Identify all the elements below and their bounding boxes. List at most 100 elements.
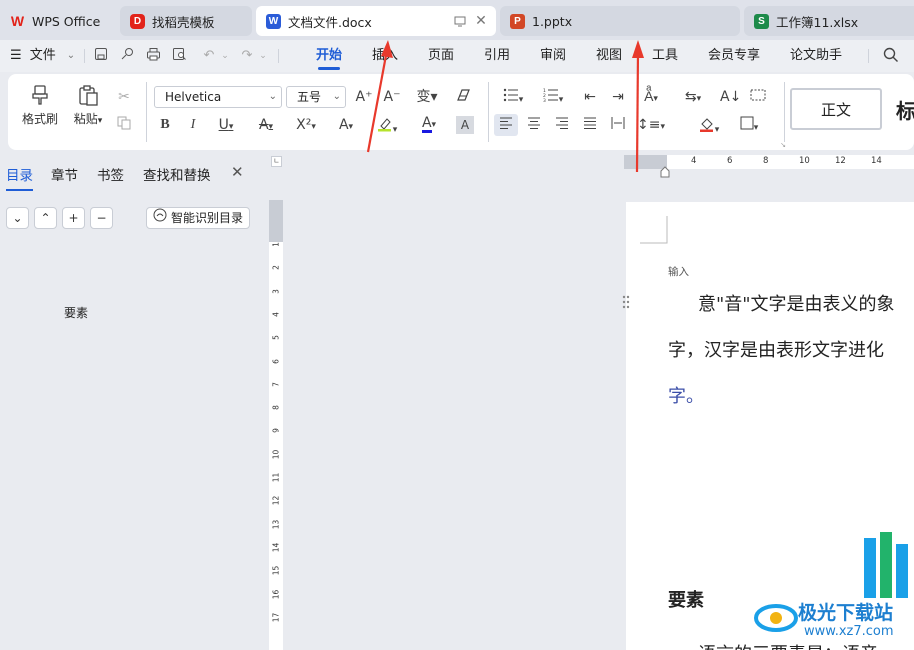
annotation-arrow: [366, 40, 393, 153]
close-icon[interactable]: ✕: [473, 13, 489, 29]
watermark-logo: 极光下载站 www.xz7.com: [752, 528, 914, 650]
smart-toc-button[interactable]: 智能识别目录: [146, 207, 251, 229]
close-pane-icon[interactable]: ✕: [231, 163, 244, 181]
phonetic-guide-icon[interactable]: 变▾: [412, 88, 442, 106]
character-shading-icon[interactable]: A: [456, 116, 474, 134]
margin-corner-mark: [640, 216, 668, 244]
tab-bar: W WPS Office D 找稻壳模板 W 文档文件.docx ✕ P 1.p…: [0, 0, 914, 40]
ruler-tick: 17: [271, 612, 281, 623]
tab-stop-selector[interactable]: ∟: [271, 156, 282, 167]
decrease-indent-icon[interactable]: ⇤: [580, 88, 600, 106]
font-size-select[interactable]: 五号 ⌄: [286, 86, 346, 108]
paragraph-line[interactable]: 字。: [668, 382, 704, 408]
bold-icon[interactable]: B: [156, 116, 174, 134]
navigation-pane: 目录 章节 书签 查找和替换 ✕ ⌄ ⌃ + − 智能识别目录 要素: [0, 152, 262, 650]
tab-label: 1.pptx: [532, 13, 573, 29]
text-direction-icon[interactable]: ⇆▾: [678, 88, 708, 108]
file-menu-label: 文件: [29, 48, 56, 63]
nav-tab-sections[interactable]: 章节: [51, 164, 78, 184]
align-center-icon[interactable]: [524, 116, 544, 134]
menu-view[interactable]: 视图: [596, 40, 622, 72]
tab-docx-file[interactable]: W 文档文件.docx ✕: [256, 6, 496, 36]
shading-icon[interactable]: ▾: [694, 116, 724, 139]
font-color-icon[interactable]: A▾: [414, 114, 444, 134]
text-effect-icon[interactable]: A▾: [332, 116, 360, 136]
smart-toc-label: 智能识别目录: [171, 211, 244, 225]
ruler-tick: 15: [271, 565, 281, 576]
menu-member[interactable]: 会员专享: [708, 40, 760, 72]
ruler-tick: 10: [799, 156, 810, 166]
style-normal[interactable]: 正文: [790, 88, 882, 130]
chevron-up-icon: ⌃: [40, 211, 51, 225]
tab-docer-templates[interactable]: D 找稻壳模板: [120, 6, 252, 36]
italic-icon[interactable]: I: [184, 116, 202, 134]
tab-xlsx-file[interactable]: S 工作簿11.xlsx: [744, 6, 914, 36]
borders-icon[interactable]: ▾: [734, 116, 764, 137]
input-label: 输入: [668, 266, 689, 278]
chevron-down-icon: ⌄: [332, 91, 341, 102]
section-heading[interactable]: 要素: [668, 586, 704, 612]
chevron-down-icon[interactable]: ⌄: [62, 47, 80, 65]
save-icon[interactable]: [92, 47, 110, 65]
style-heading[interactable]: 标: [886, 88, 914, 130]
add-heading-button[interactable]: +: [62, 207, 85, 229]
screen-icon[interactable]: [452, 13, 468, 29]
smart-recognize-icon: [153, 208, 167, 228]
chevron-down-icon: ▾: [97, 116, 103, 126]
copy-icon[interactable]: [114, 116, 134, 135]
drag-handle-icon[interactable]: [622, 294, 630, 310]
tab-pptx-file[interactable]: P 1.pptx: [500, 6, 740, 36]
numbered-list-icon[interactable]: 1 2 3 ▾: [538, 88, 568, 109]
ruler-tick: 12: [271, 496, 281, 506]
cut-icon[interactable]: ✂: [114, 88, 134, 106]
chevron-down-icon[interactable]: ⌄: [216, 47, 234, 65]
menu-tools[interactable]: 工具: [652, 40, 678, 72]
remove-heading-button[interactable]: −: [90, 207, 113, 229]
menu-page[interactable]: 页面: [428, 40, 454, 72]
sort-icon[interactable]: A↓: [720, 88, 741, 106]
print-icon[interactable]: [144, 47, 162, 65]
nav-tab-toc[interactable]: 目录: [6, 164, 33, 191]
superscript-icon[interactable]: X²▾: [292, 116, 320, 136]
show-marks-icon[interactable]: [748, 88, 768, 107]
ruler-tick: 14: [271, 542, 281, 553]
menu-references[interactable]: 引用: [484, 40, 510, 72]
print-preview-icon[interactable]: [170, 47, 188, 65]
strikethrough-icon[interactable]: A▾: [252, 116, 280, 136]
menu-review[interactable]: 审阅: [540, 40, 566, 72]
align-left-icon[interactable]: [494, 114, 518, 136]
file-menu[interactable]: ☰ 文件: [10, 40, 56, 72]
underline-icon[interactable]: U▾: [212, 116, 240, 136]
hamburger-icon: ☰: [10, 48, 22, 63]
chevron-down-icon[interactable]: ⌄: [254, 47, 272, 65]
outline-item[interactable]: 要素: [64, 304, 88, 321]
menu-home[interactable]: 开始: [316, 40, 342, 72]
tab-label: 找稻壳模板: [152, 14, 215, 30]
paragraph-line[interactable]: 意"音"文字是由表义的象: [698, 290, 895, 316]
search-icon[interactable]: [882, 47, 900, 65]
ruler-tick: 11: [271, 472, 281, 483]
indent-marker-icon[interactable]: [660, 166, 670, 178]
tab-wps-office[interactable]: W WPS Office: [0, 6, 116, 36]
ruler-tick: 7: [271, 381, 281, 387]
align-right-icon[interactable]: [552, 116, 572, 134]
paste-button[interactable]: 粘贴▾: [68, 84, 108, 127]
clear-format-icon[interactable]: [454, 88, 474, 107]
svg-text:3: 3: [543, 98, 546, 102]
bullet-list-icon[interactable]: ▾: [498, 88, 528, 109]
nav-tab-bookmarks[interactable]: 书签: [97, 164, 124, 184]
ruler-margin: [269, 200, 283, 242]
share-icon[interactable]: [118, 47, 136, 65]
clipboard-icon: [68, 84, 108, 110]
justify-icon[interactable]: [580, 116, 600, 134]
collapse-all-button[interactable]: ⌄: [6, 207, 29, 229]
vertical-ruler[interactable]: 11234567891011121314151617: [269, 200, 283, 650]
menu-bar: ☰ 文件 ⌄ ↶ ⌄ ↷ ⌄ 开始 插入 页面 引用 审阅 视图 工具 会员专享…: [0, 40, 914, 72]
menu-paper-assistant[interactable]: 论文助手: [790, 40, 842, 72]
nav-tab-find-replace[interactable]: 查找和替换: [143, 164, 211, 184]
format-painter-button[interactable]: 格式刷: [20, 84, 60, 127]
expand-up-button[interactable]: ⌃: [34, 207, 57, 229]
paragraph-line[interactable]: 字，汉字是由表形文字进化: [668, 336, 884, 362]
style-heading-label: 标: [896, 98, 914, 123]
font-name-select[interactable]: Helvetica ⌄: [154, 86, 282, 108]
